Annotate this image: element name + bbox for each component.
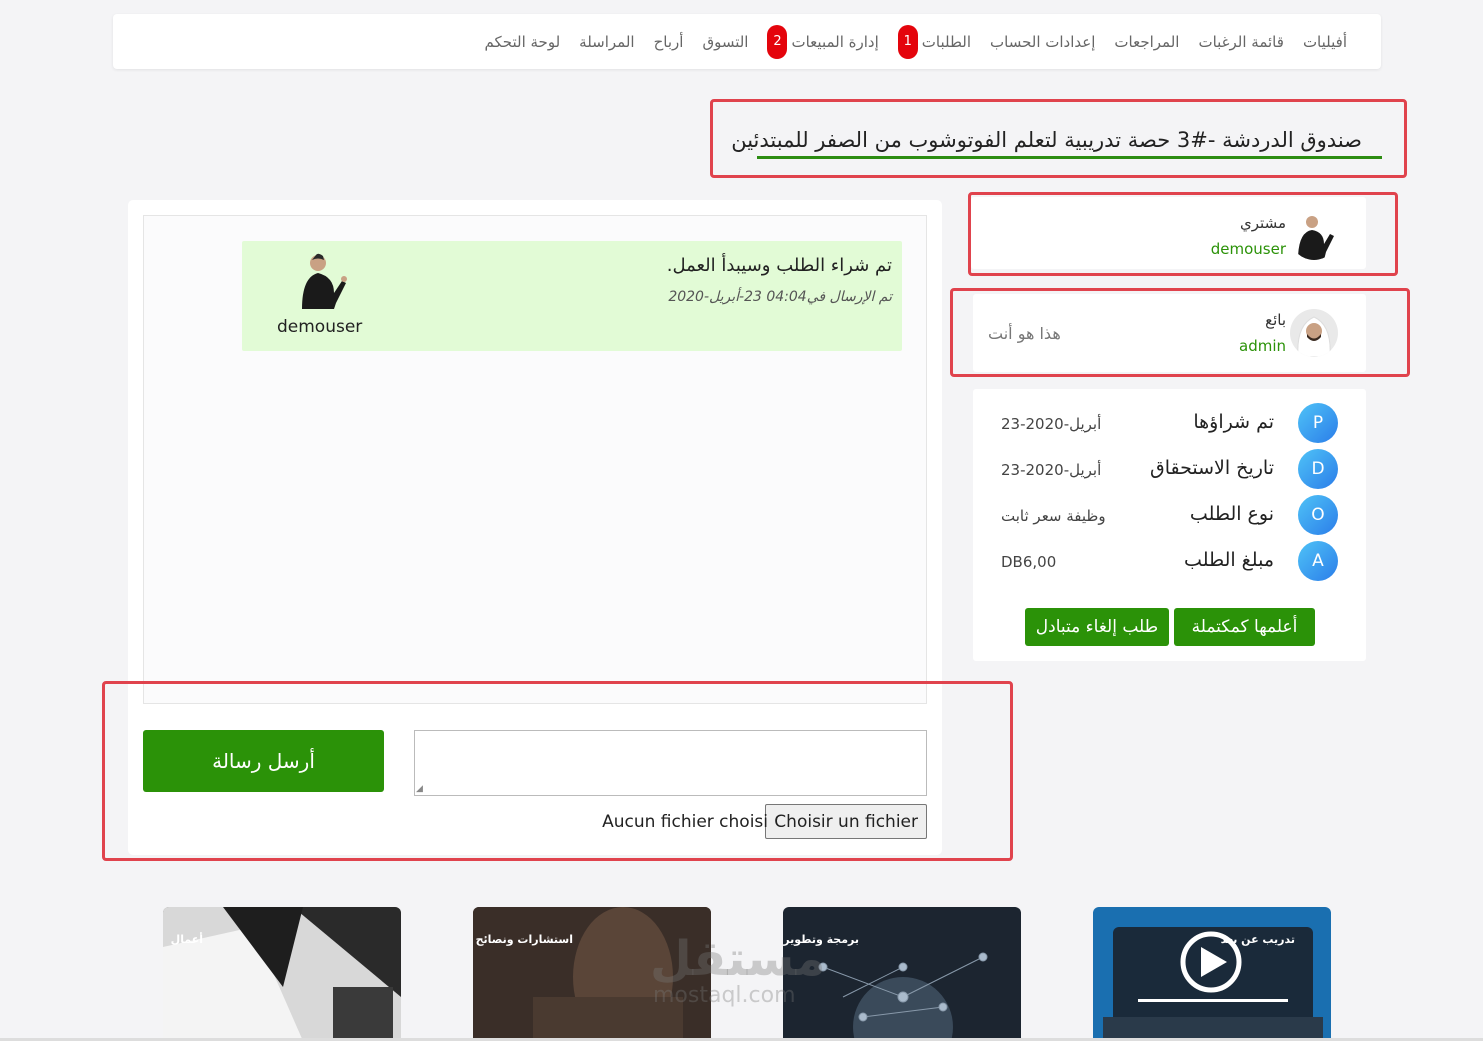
- detail-letter-icon: D: [1298, 449, 1338, 489]
- detail-letter-icon: A: [1298, 541, 1338, 581]
- seller-username[interactable]: admin: [1239, 337, 1286, 355]
- detail-row-purchased: P تم شراؤها 23-أبريل-2020: [973, 401, 1366, 447]
- title-underline: [757, 156, 1382, 159]
- you-note: هذا هو أنت: [988, 324, 1061, 343]
- nav-label: قائمة الرغبات: [1198, 32, 1284, 51]
- detail-value: وظيفة سعر ثابت: [1001, 507, 1106, 525]
- resize-grip-icon[interactable]: ◢: [416, 785, 424, 794]
- watermark-domain: mostaql.com: [653, 983, 796, 1008]
- nav-orders[interactable]: الطلبات 1: [897, 24, 971, 59]
- top-navbar: لوحة التحكم المراسلة أرباح التسوق إدارة …: [113, 14, 1381, 69]
- message-timestamp: تم الإرسال في04:04 23-أبريل-2020: [668, 289, 892, 305]
- buyer-avatar-icon: [1290, 212, 1338, 260]
- category-card-business[interactable]: أعمال: [163, 907, 401, 1041]
- video-laptop-icon: [1103, 927, 1323, 1041]
- chat-message: تم شراء الطلب وسيبدأ العمل. تم الإرسال ف…: [242, 241, 902, 351]
- nav-label: لوحة التحكم: [484, 32, 561, 51]
- category-label: أعمال: [170, 933, 203, 946]
- nav-earnings[interactable]: أرباح: [654, 33, 684, 51]
- detail-row-order-type: O نوع الطلب وظيفة سعر ثابت: [973, 493, 1366, 539]
- page-title-block: صندوق الدردشة -#3 حصة تدريبية لتعلم الفو…: [712, 101, 1404, 176]
- nav-messages[interactable]: المراسلة: [579, 33, 634, 51]
- nav-label: الطلبات: [921, 32, 971, 51]
- seller-card: بائع admin هذا هو أنت: [973, 294, 1366, 372]
- message-username: demouser: [277, 317, 363, 337]
- nav-reviews[interactable]: المراجعات: [1114, 33, 1179, 51]
- mark-complete-button[interactable]: أعلمها كمكتملة: [1174, 608, 1315, 646]
- page-title: صندوق الدردشة -#3 حصة تدريبية لتعلم الفو…: [731, 128, 1362, 152]
- orders-count-badge: 1: [897, 24, 918, 59]
- nav-affiliates[interactable]: أفيليات: [1303, 33, 1347, 51]
- detail-label: نوع الطلب: [1189, 503, 1274, 525]
- nav-label: أرباح: [653, 32, 684, 51]
- detail-row-due-date: D تاريخ الاستحقاق 23-أبريل-2020: [973, 447, 1366, 493]
- category-label: استشارات ونصائح: [475, 933, 573, 946]
- nav-account-settings[interactable]: إعدادات الحساب: [990, 33, 1095, 51]
- nav-label: أفيليات: [1302, 32, 1347, 51]
- watermark-brand: مستقل: [650, 931, 826, 987]
- buyer-card: مشتري demouser: [971, 197, 1366, 269]
- detail-letter-icon: O: [1298, 495, 1338, 535]
- nav-label: إعدادات الحساب: [990, 32, 1096, 51]
- buyer-username[interactable]: demouser: [1211, 240, 1286, 258]
- message-text: تم شراء الطلب وسيبدأ العمل.: [666, 255, 892, 276]
- order-details-card: P تم شراؤها 23-أبريل-2020 D تاريخ الاستح…: [973, 389, 1366, 661]
- category-label: تدريب عن بعد: [1220, 933, 1295, 946]
- chat-panel: تم شراء الطلب وسيبدأ العمل. تم الإرسال ف…: [128, 200, 942, 855]
- chat-messages-area[interactable]: تم شراء الطلب وسيبدأ العمل. تم الإرسال ف…: [143, 215, 927, 704]
- message-input[interactable]: [414, 730, 927, 796]
- main-nav: لوحة التحكم المراسلة أرباح التسوق إدارة …: [485, 14, 1347, 69]
- choose-file-button[interactable]: Choisir un fichier: [765, 804, 927, 839]
- detail-label: تاريخ الاستحقاق: [1149, 457, 1274, 479]
- nav-dashboard[interactable]: لوحة التحكم: [485, 33, 561, 51]
- nav-sales-management[interactable]: إدارة المبيعات 2: [767, 24, 879, 59]
- sales-count-badge: 2: [767, 24, 788, 59]
- nav-label: المراجعات: [1114, 32, 1180, 51]
- seller-role-label: بائع: [1265, 311, 1286, 329]
- request-cancel-button[interactable]: طلب إلغاء متبادل: [1025, 608, 1169, 646]
- nav-shopping[interactable]: التسوق: [702, 33, 748, 51]
- nav-label: المراسلة: [579, 32, 635, 51]
- detail-value: DB6,00: [1001, 553, 1057, 571]
- detail-label: تم شراؤها: [1193, 411, 1274, 433]
- buyer-role-label: مشتري: [1240, 214, 1286, 232]
- detail-letter-icon: P: [1298, 403, 1338, 443]
- nav-wishlist[interactable]: قائمة الرغبات: [1198, 33, 1283, 51]
- detail-value: 23-أبريل-2020: [1001, 461, 1102, 479]
- detail-value: 23-أبريل-2020: [1001, 415, 1102, 433]
- seller-avatar-icon: [1290, 309, 1338, 357]
- detail-row-amount: A مبلغ الطلب DB6,00: [973, 539, 1366, 585]
- nav-label: إدارة المبيعات: [791, 32, 879, 51]
- file-status-text: Aucun fichier choisi: [602, 812, 768, 832]
- laptop-handshake-icon: [163, 907, 401, 1041]
- send-message-button[interactable]: أرسل رسالة: [143, 730, 384, 792]
- detail-label: مبلغ الطلب: [1184, 549, 1274, 571]
- nav-label: التسوق: [702, 32, 749, 51]
- user-avatar-icon: [302, 253, 347, 309]
- category-card-remote-training[interactable]: تدريب عن بعد: [1093, 907, 1331, 1041]
